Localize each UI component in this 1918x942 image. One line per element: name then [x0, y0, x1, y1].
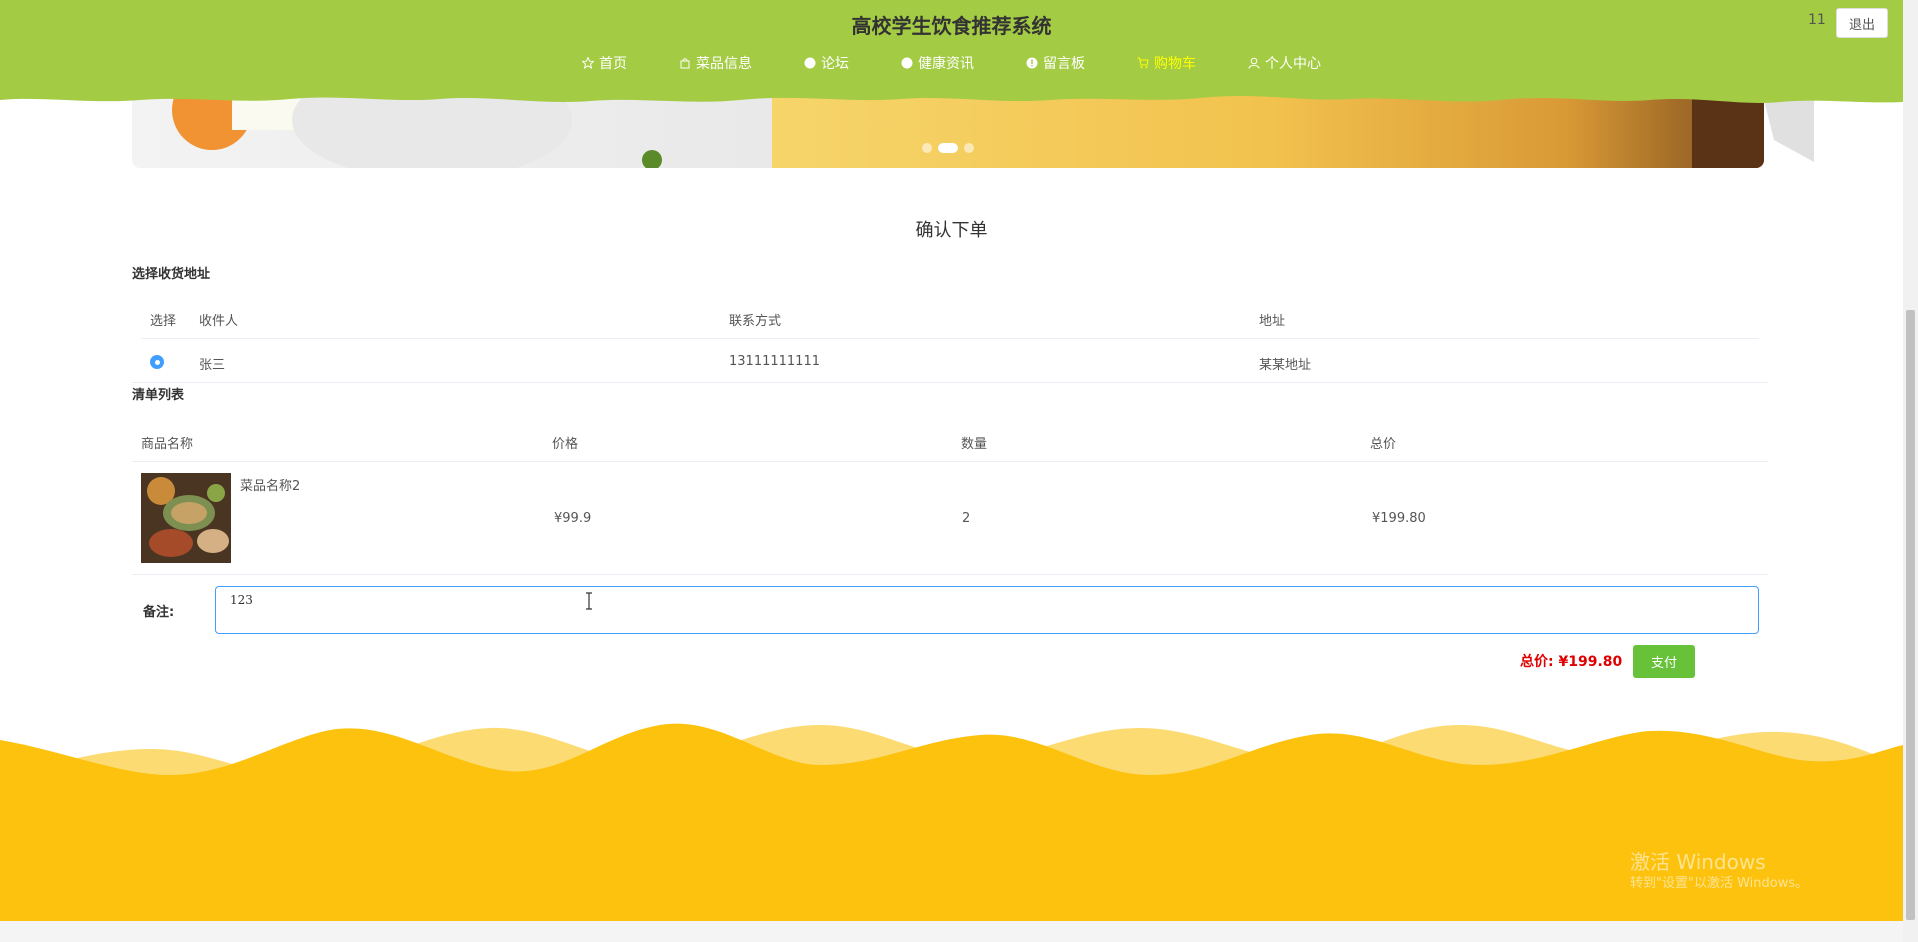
nav-item-label: 留言板 — [1043, 56, 1085, 72]
nav-item-label: 购物车 — [1154, 56, 1196, 72]
info-circle-icon — [901, 57, 913, 69]
carousel-dot-active[interactable] — [938, 143, 958, 153]
divider — [132, 382, 1768, 383]
scrollbar-thumb[interactable] — [1906, 310, 1915, 920]
nav-item-label: 首页 — [599, 56, 627, 72]
total-label: 总价: — [1520, 654, 1554, 670]
address-radio[interactable] — [150, 355, 164, 369]
nav-item-label: 菜品信息 — [696, 56, 752, 72]
windows-activation-hint: 转到"设置"以激活 Windows。 — [1630, 876, 1809, 891]
column-header: 总价 — [1370, 437, 1397, 452]
column-header: 地址 — [1259, 314, 1286, 329]
order-list-section-title: 清单列表 — [132, 388, 185, 403]
dish-thumbnail — [141, 473, 231, 563]
info-circle-icon — [1026, 57, 1038, 69]
column-header: 选择 — [150, 314, 177, 329]
main-nav: 首页 菜品信息 论坛 健康资讯 留言板 购物车 个人中心 — [0, 53, 1903, 73]
text-cursor-icon — [586, 592, 592, 610]
footer-waves — [0, 720, 1903, 921]
shop-icon — [680, 58, 690, 69]
recipient-cell: 张三 — [199, 358, 226, 373]
windows-activation-watermark: 激活 Windows — [1630, 850, 1766, 874]
quantity-cell: 2 — [962, 511, 971, 526]
price-cell: ¥99.9 — [554, 511, 592, 526]
address-section-title: 选择收货地址 — [132, 267, 211, 282]
divider — [132, 461, 1768, 462]
divider — [141, 338, 1759, 339]
remark-label: 备注: — [143, 605, 175, 620]
phone-cell: 13111111111 — [729, 354, 820, 369]
order-total: 总价: ¥199.80 — [1520, 651, 1622, 671]
total-cell: ¥199.80 — [1372, 511, 1426, 526]
site-header: 高校学生饮食推荐系统 首页 菜品信息 论坛 健康资讯 留言板 购物车 个人中心 — [0, 0, 1903, 110]
cart-icon — [1137, 57, 1149, 69]
column-header: 数量 — [961, 437, 988, 452]
column-header: 商品名称 — [141, 437, 194, 452]
current-username: 11 — [1808, 12, 1826, 28]
column-header: 价格 — [552, 437, 579, 452]
total-value: ¥199.80 — [1558, 654, 1623, 670]
logout-button[interactable]: 退出 — [1836, 8, 1888, 38]
nav-item-message-board[interactable]: 留言板 — [1026, 53, 1085, 73]
nav-item-home[interactable]: 首页 — [582, 53, 627, 73]
column-header: 联系方式 — [729, 314, 782, 329]
nav-item-dishes[interactable]: 菜品信息 — [679, 53, 752, 73]
site-title: 高校学生饮食推荐系统 — [851, 14, 1052, 38]
nav-item-forum[interactable]: 论坛 — [804, 53, 849, 73]
nav-item-label: 论坛 — [821, 56, 849, 72]
star-icon — [582, 57, 594, 69]
pay-button[interactable]: 支付 — [1633, 645, 1695, 678]
carousel-indicators — [922, 143, 974, 153]
divider — [132, 574, 1768, 575]
nav-item-label: 个人中心 — [1265, 56, 1321, 72]
carousel-dot[interactable] — [964, 143, 974, 153]
nav-item-cart[interactable]: 购物车 — [1137, 53, 1196, 73]
nav-item-label: 健康资讯 — [918, 56, 974, 72]
window-bottom-edge — [0, 921, 1903, 942]
dish-name-cell: 菜品名称2 — [240, 479, 301, 494]
user-icon — [1248, 57, 1260, 69]
info-circle-icon — [804, 57, 816, 69]
page-title: 确认下单 — [915, 220, 988, 241]
address-cell: 某某地址 — [1259, 358, 1312, 373]
remark-textarea[interactable] — [215, 586, 1759, 634]
column-header: 收件人 — [199, 314, 239, 329]
nav-item-health-news[interactable]: 健康资讯 — [901, 53, 974, 73]
nav-item-profile[interactable]: 个人中心 — [1248, 53, 1321, 73]
carousel-dot[interactable] — [922, 143, 932, 153]
